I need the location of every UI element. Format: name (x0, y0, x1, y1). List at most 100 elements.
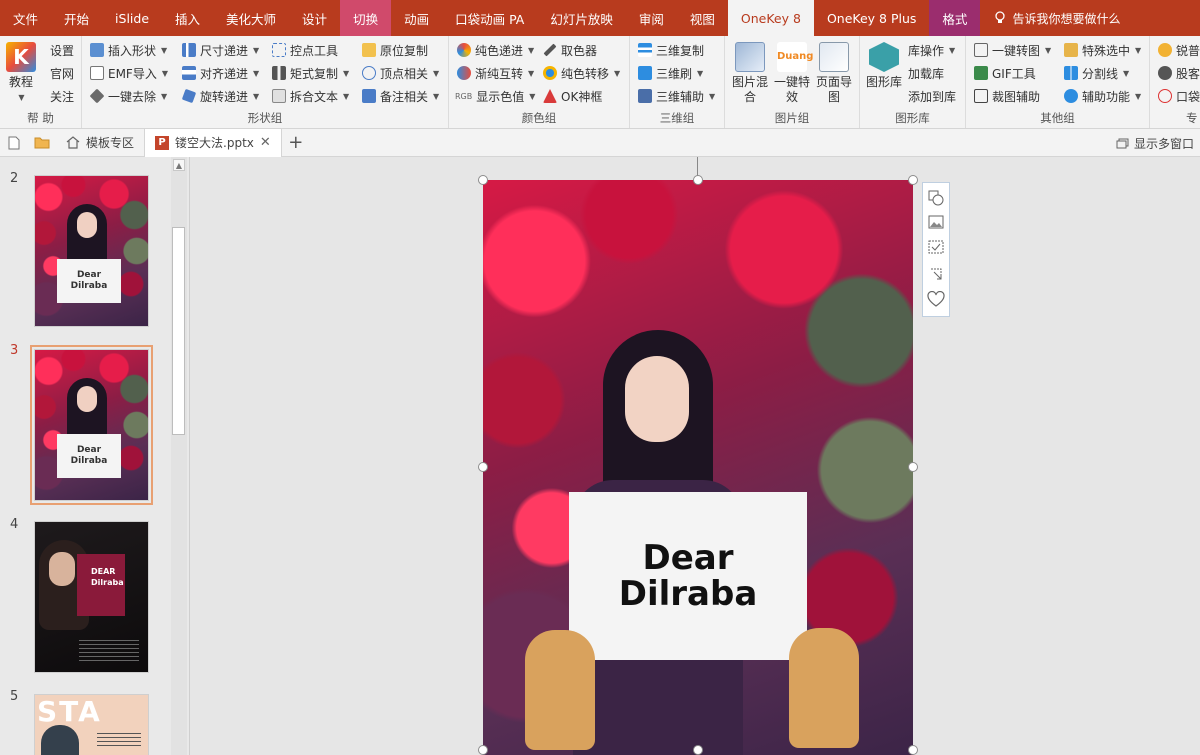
show-color-value-button[interactable]: RGB 显示色值 ▼ (455, 86, 535, 106)
ok-frame-label: OK神框 (561, 89, 603, 104)
guke-button[interactable]: 股客 (1158, 63, 1200, 83)
one-key-to-image-button[interactable]: 一键转图 ▼ (974, 40, 1051, 60)
menu-onekey8plus[interactable]: OneKey 8 Plus (814, 0, 929, 36)
color-step-button[interactable]: 纯色递进 ▼ (457, 40, 534, 60)
menu-view[interactable]: 视图 (677, 0, 728, 36)
slide-thumbnail-2[interactable]: Dear Dilraba (34, 175, 149, 327)
tell-me-search[interactable]: 告诉我你想要做什么 (980, 10, 1120, 27)
menu-transitions[interactable]: 切换 (340, 0, 392, 36)
page-export-button[interactable]: 页面导图 (813, 42, 855, 105)
shape-icon[interactable] (927, 190, 945, 208)
shape-library-button[interactable]: 图形库 (866, 42, 902, 90)
tutorial-k-icon: K (6, 42, 36, 72)
scroll-up-icon[interactable]: ▲ (173, 159, 185, 171)
menu-onekey8[interactable]: OneKey 8 (727, 0, 814, 36)
thumb-text-line1: DEAR (91, 567, 116, 576)
special-select-button[interactable]: 特殊选中 ▼ (1064, 40, 1141, 60)
thumb-text-line1: Dear (76, 445, 102, 455)
picture-mix-button[interactable]: 图片混合 (729, 42, 771, 105)
shape-library-label: 图形库 (866, 75, 903, 89)
eyedropper-icon (543, 43, 557, 57)
insert-shape-button[interactable]: 插入形状 ▼ (90, 40, 167, 60)
notes-button[interactable]: 备注相关 ▼ (362, 86, 439, 106)
folder-icon[interactable] (28, 129, 56, 157)
resize-handle-right[interactable] (908, 462, 918, 472)
menu-meihua[interactable]: 美化大师 (213, 0, 289, 36)
resize-handle-left[interactable] (478, 462, 488, 472)
size-step-button[interactable]: 尺寸递进 ▼ (182, 40, 259, 60)
chevron-down-icon: ▼ (949, 45, 956, 55)
remove-button[interactable]: 一键去除 ▼ (89, 86, 167, 106)
resize-handle-top[interactable] (693, 175, 703, 185)
menu-slideshow[interactable]: 幻灯片放映 (537, 0, 626, 36)
tab-template-label: 模板专区 (86, 136, 135, 150)
menu-design[interactable]: 设计 (289, 0, 340, 36)
slide-thumbnail-4[interactable]: DEAR Dilraba (34, 521, 149, 673)
menu-pocket-animation[interactable]: 口袋动画 PA (442, 0, 537, 36)
thumbnail-scrollbar[interactable]: ▲ (171, 157, 187, 755)
group-help-label: 帮 助 (27, 111, 54, 125)
ok-frame-button[interactable]: OK神框 (543, 86, 602, 106)
slide-image[interactable]: Dear Dilraba (483, 180, 913, 755)
3d-assist-button[interactable]: 三维辅助 ▼ (638, 86, 715, 106)
show-multi-window-button[interactable]: 显示多窗口 (1116, 129, 1194, 157)
close-icon[interactable]: ✕ (260, 135, 271, 150)
vertex-label: 顶点相关 (380, 66, 429, 81)
tab-template-zone[interactable]: 模板专区 (56, 128, 146, 157)
settings-button[interactable]: 设置 (50, 40, 74, 60)
menu-format[interactable]: 格式 (929, 0, 981, 36)
color-transfer-button[interactable]: 纯色转移 ▼ (543, 63, 620, 83)
emf-import-button[interactable]: EMF导入 ▼ (90, 63, 168, 83)
handle-tool-button[interactable]: 控点工具 (272, 40, 338, 60)
scrollbar-thumb[interactable] (172, 227, 185, 435)
website-button[interactable]: 官网 (50, 63, 74, 83)
tutorial-button[interactable]: K 教程 ▼ (4, 42, 38, 105)
eyedropper-button[interactable]: 取色器 (543, 40, 597, 60)
rotate-step-button[interactable]: 旋转递进 ▼ (181, 86, 259, 106)
image-convert-icon (974, 43, 988, 57)
chevron-down-icon: ▼ (433, 91, 440, 101)
menu-review[interactable]: 审阅 (626, 0, 677, 36)
crop-assist-button[interactable]: 裁图辅助 (974, 86, 1040, 106)
crop-corner-icon[interactable] (927, 266, 945, 284)
new-file-icon[interactable] (0, 129, 28, 157)
menu-animations[interactable]: 动画 (391, 0, 442, 36)
ruipu-button[interactable]: 锐普 (1158, 40, 1200, 60)
menu-home[interactable]: 开始 (51, 0, 102, 36)
matrix-copy-button[interactable]: 矩式复制 ▼ (272, 63, 349, 83)
one-key-effect-button[interactable]: Duang 一键特效 (772, 42, 813, 105)
vertex-button[interactable]: 顶点相关 ▼ (362, 63, 439, 83)
divider-line-button[interactable]: 分割线 ▼ (1064, 63, 1129, 83)
document-tab-strip: 模板专区 P 镂空大法.pptx ✕ + 显示多窗口 (0, 128, 1200, 157)
3d-copy-button[interactable]: 三维复制 (638, 40, 704, 60)
assist-function-button[interactable]: 辅助功能 ▼ (1064, 86, 1141, 106)
follow-button[interactable]: 关注 (50, 86, 74, 106)
heart-icon[interactable] (927, 291, 945, 309)
resize-handle-top-right[interactable] (908, 175, 918, 185)
add-tab-icon[interactable]: + (282, 129, 310, 157)
library-ops-button[interactable]: 库操作 ▼ (908, 40, 955, 60)
pocket-button[interactable]: 口袋 (1158, 86, 1200, 106)
resize-handle-bottom[interactable] (693, 745, 703, 755)
picture-check-icon[interactable] (927, 240, 945, 258)
gradient-swap-button[interactable]: 渐纯互转 ▼ (457, 63, 534, 83)
chevron-down-icon: ▼ (161, 45, 168, 55)
align-step-button[interactable]: 对齐递进 ▼ (182, 63, 259, 83)
split-text-button[interactable]: 拆合文本 ▼ (272, 86, 349, 106)
in-place-copy-button[interactable]: 原位复制 (362, 40, 428, 60)
slide-thumbnail-3[interactable]: Dear Dilraba (30, 345, 153, 505)
resize-handle-bottom-right[interactable] (908, 745, 918, 755)
group-shapelib-label: 图形库 (895, 111, 930, 125)
menu-file[interactable]: 文件 (0, 0, 51, 36)
slide-thumbnail-5[interactable]: STA (34, 694, 149, 755)
resize-handle-top-left[interactable] (478, 175, 488, 185)
tab-document[interactable]: P 镂空大法.pptx ✕ (145, 128, 282, 157)
gif-tool-button[interactable]: GIF工具 (974, 63, 1036, 83)
menu-islide[interactable]: iSlide (102, 0, 162, 36)
resize-handle-bottom-left[interactable] (478, 745, 488, 755)
load-library-button[interactable]: 加载库 (908, 63, 944, 83)
menu-insert[interactable]: 插入 (162, 0, 213, 36)
3d-brush-button[interactable]: 三维刷 ▼ (638, 63, 703, 83)
picture-icon[interactable] (927, 215, 945, 233)
add-to-library-button[interactable]: 添加到库 (908, 86, 956, 106)
